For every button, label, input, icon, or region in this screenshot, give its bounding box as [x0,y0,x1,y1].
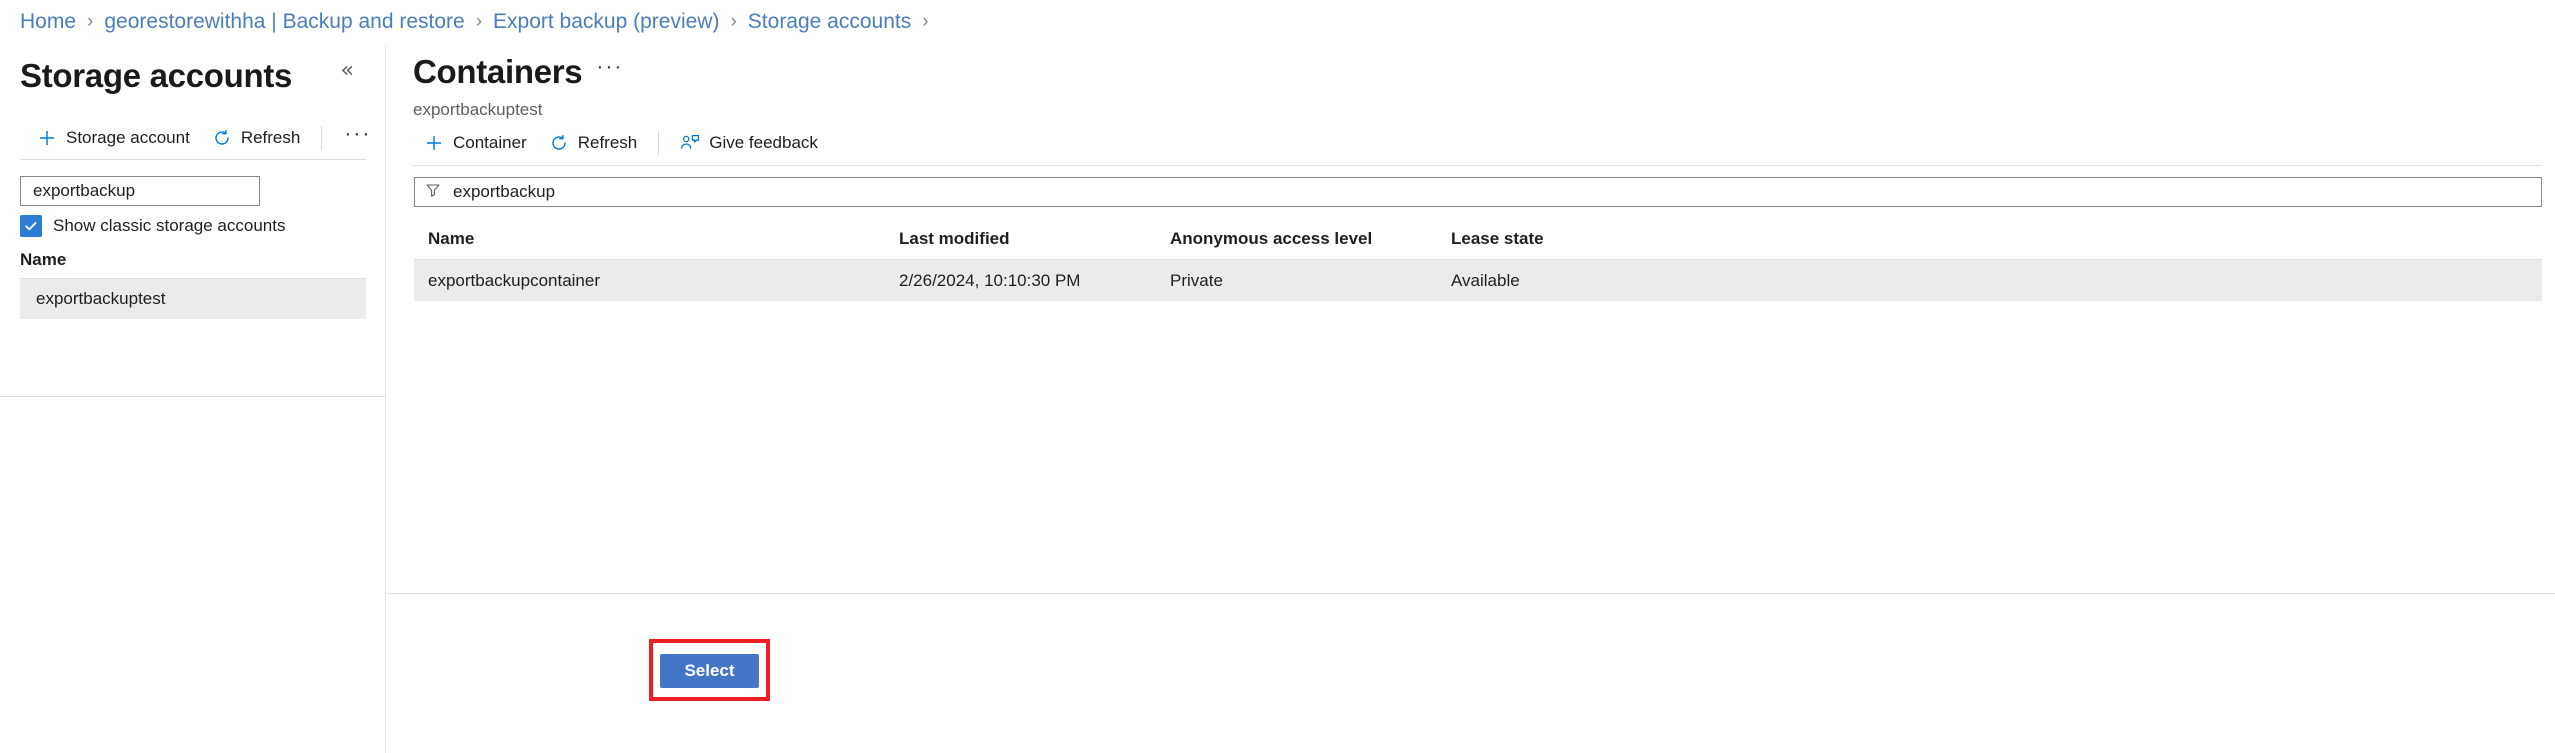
toolbar-separator [658,131,659,155]
right-blade-header: Containers ··· [413,44,623,98]
left-blade-header: Storage accounts [0,44,386,106]
checkbox-box[interactable] [20,215,42,237]
chevron-double-left-icon[interactable]: « [341,60,354,82]
refresh-icon [212,128,232,148]
breadcrumb-separator-icon: › [730,12,736,31]
give-feedback-button[interactable]: Give feedback [669,125,829,161]
filter-funnel-icon [425,182,441,203]
cell-anonymous-access-level: Private [1156,271,1437,291]
cell-lease-state: Available [1437,271,1707,291]
refresh-button[interactable]: Refresh [201,120,312,156]
select-button[interactable]: Select [660,654,759,688]
right-footer-rule [387,593,2555,594]
breadcrumb-item-storage-accounts[interactable]: Storage accounts [748,10,911,34]
cell-last-modified: 2/26/2024, 10:10:30 PM [885,271,1156,291]
breadcrumb: Home › georestorewithha | Backup and res… [0,0,2555,44]
page-title: Storage accounts [20,59,292,92]
storage-account-search-box[interactable] [20,176,260,206]
show-classic-storage-accounts-checkbox[interactable]: Show classic storage accounts [20,215,285,237]
breadcrumb-separator-icon: › [476,12,482,31]
table-row[interactable]: exportbackupcontainer 2/26/2024, 10:10:3… [414,260,2542,301]
add-storage-account-button[interactable]: Storage account [26,120,201,156]
add-container-label: Container [453,133,527,153]
list-item[interactable]: exportbackuptest [20,279,366,319]
column-header-lease-state[interactable]: Lease state [1437,229,1707,249]
add-container-button[interactable]: Container [413,125,538,161]
column-header-last-modified[interactable]: Last modified [885,229,1156,249]
give-feedback-label: Give feedback [709,133,818,153]
breadcrumb-item-backup-and-restore[interactable]: georestorewithha | Backup and restore [104,10,464,34]
refresh-containers-button[interactable]: Refresh [538,125,649,161]
refresh-label: Refresh [241,128,301,148]
left-footer-rule [0,396,386,397]
azure-portal-page: Home › georestorewithha | Backup and res… [0,0,2555,753]
table-header-row: Name Last modified Anonymous access leve… [414,219,2542,260]
left-column-header-name[interactable]: Name [20,250,66,270]
refresh-icon [549,133,569,153]
container-filter-box[interactable] [414,177,2542,207]
left-toolbar-divider [20,159,366,160]
ellipsis-icon[interactable]: ··· [596,56,623,77]
containers-subtitle: exportbackuptest [413,100,542,120]
breadcrumb-separator-icon: › [87,12,93,31]
plus-icon [424,133,444,153]
left-toolbar: Storage account Refresh ··· [0,114,386,161]
containers-title: Containers [413,55,582,88]
right-toolbar-divider [413,165,2542,166]
plus-icon [37,128,57,148]
ellipsis-icon[interactable]: ··· [332,123,383,144]
checkmark-icon [23,218,39,234]
checkbox-label: Show classic storage accounts [53,216,285,236]
column-header-name[interactable]: Name [414,229,885,249]
breadcrumb-item-export-backup[interactable]: Export backup (preview) [493,10,719,34]
storage-accounts-blade: Storage accounts « Storage account Refre… [0,44,386,753]
feedback-person-icon [680,133,700,153]
refresh-containers-label: Refresh [578,133,638,153]
storage-account-name: exportbackuptest [36,289,165,309]
search-input[interactable] [31,180,249,202]
right-toolbar: Container Refresh [401,120,2555,165]
column-header-anonymous-access-level[interactable]: Anonymous access level [1156,229,1437,249]
cell-container-name: exportbackupcontainer [414,271,885,291]
containers-table: Name Last modified Anonymous access leve… [414,219,2542,301]
add-storage-account-label: Storage account [66,128,190,148]
container-filter-input[interactable] [451,181,2531,203]
breadcrumb-separator-icon: › [922,12,928,31]
toolbar-separator [321,126,322,150]
breadcrumb-item-home[interactable]: Home [20,10,76,34]
